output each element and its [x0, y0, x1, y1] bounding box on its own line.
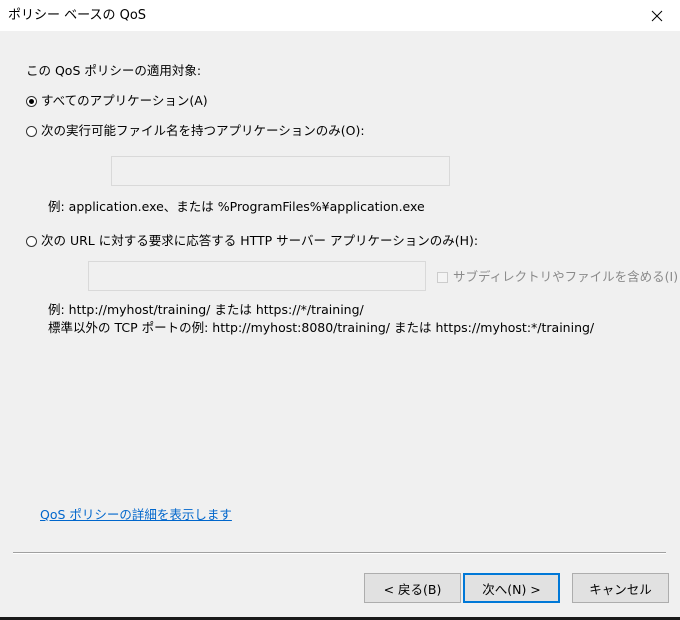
include-subdirs-label: サブディレクトリやファイルを含める(I)	[453, 269, 679, 284]
radio-executable-only[interactable]: 次の実行可能ファイル名を持つアプリケーションのみ(O):	[26, 123, 365, 139]
radio-all-applications[interactable]: すべてのアプリケーション(A)	[26, 93, 208, 109]
include-subdirs-checkbox[interactable]	[437, 271, 448, 283]
radio-executable-only-label: 次の実行可能ファイル名を持つアプリケーションのみ(O):	[41, 123, 365, 138]
close-button[interactable]	[634, 0, 680, 31]
radio-http-url-only-label: 次の URL に対する要求に応答する HTTP サーバー アプリケーションのみ(…	[41, 233, 479, 248]
cancel-button[interactable]: キャンセル	[572, 573, 669, 603]
qos-policy-dialog: ポリシー ベースの QoS この QoS ポリシーの適用対象: すべてのアプリケ…	[0, 0, 680, 620]
url-example-line2: 標準以外の TCP ポートの例: http://myhost:8080/trai…	[48, 320, 595, 335]
include-subdirs-checkbox-row[interactable]: サブディレクトリやファイルを含める(I)	[437, 269, 678, 285]
radio-button[interactable]	[26, 235, 37, 247]
radio-all-applications-label: すべてのアプリケーション(A)	[41, 93, 208, 108]
url-example-line1: 例: http://myhost/training/ または https://*…	[48, 302, 364, 317]
window-title: ポリシー ベースの QoS	[8, 8, 147, 23]
radio-button-selected[interactable]	[26, 95, 37, 107]
executable-name-input[interactable]	[111, 156, 450, 186]
qos-details-link[interactable]: QoS ポリシーの詳細を表示します	[40, 507, 232, 523]
close-icon	[651, 10, 663, 21]
radio-button[interactable]	[26, 125, 37, 137]
title-bar: ポリシー ベースの QoS	[0, 0, 680, 31]
back-button[interactable]: < 戻る(B)	[364, 573, 461, 603]
url-input[interactable]	[88, 261, 426, 291]
radio-http-url-only[interactable]: 次の URL に対する要求に応答する HTTP サーバー アプリケーションのみ(…	[26, 233, 478, 249]
executable-example: 例: application.exe、または %ProgramFiles%¥ap…	[48, 199, 425, 214]
next-button[interactable]: 次へ(N) >	[463, 573, 560, 603]
dialog-content: この QoS ポリシーの適用対象: すべてのアプリケーション(A) 次の実行可能…	[0, 31, 680, 620]
button-separator	[13, 552, 666, 554]
scope-heading: この QoS ポリシーの適用対象:	[26, 63, 202, 78]
